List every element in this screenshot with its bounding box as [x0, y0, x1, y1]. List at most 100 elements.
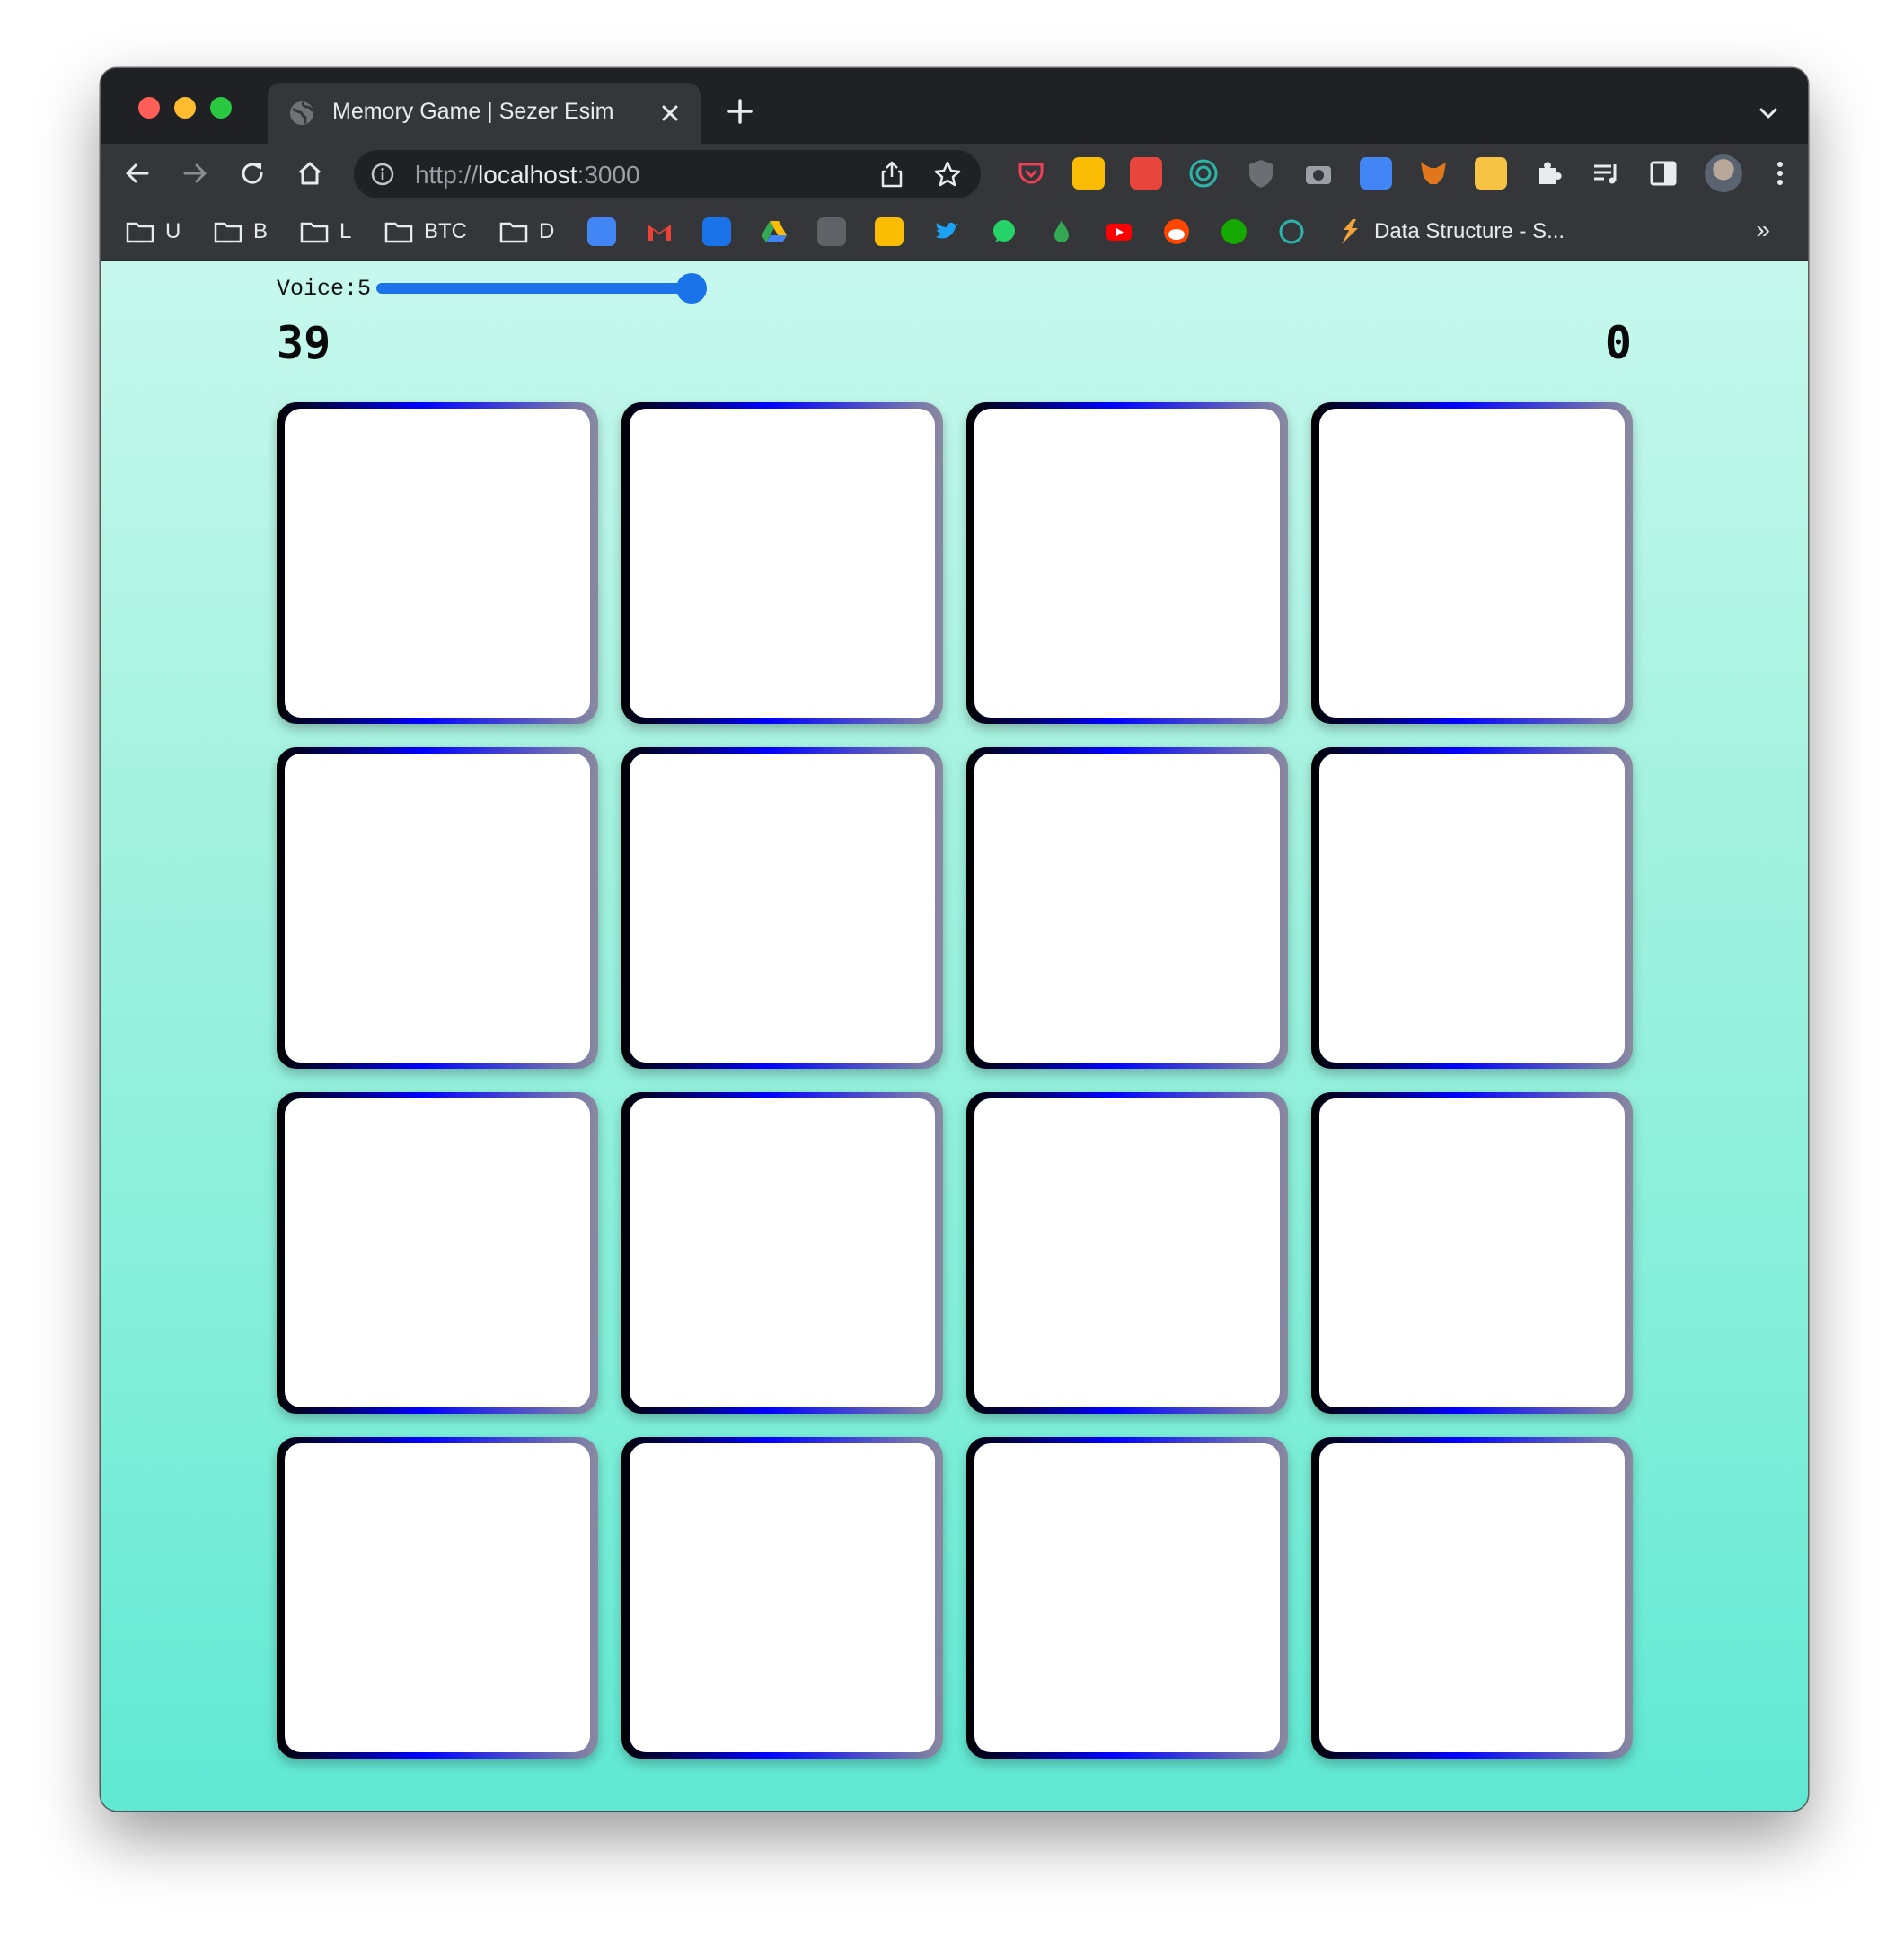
drop-icon[interactable]	[1047, 217, 1076, 246]
memory-card[interactable]	[1311, 1437, 1633, 1759]
new-tab-icon[interactable]	[722, 93, 758, 129]
card-face	[630, 1098, 935, 1407]
url-host: localhost	[478, 161, 577, 189]
folder-icon	[300, 222, 329, 243]
keep-icon[interactable]	[1072, 157, 1105, 190]
profile-avatar[interactable]	[1705, 154, 1742, 192]
reload-icon	[242, 163, 263, 184]
metamask-icon[interactable]	[1417, 157, 1450, 190]
close-window-button[interactable]	[138, 97, 160, 119]
bookmark-folder-d[interactable]: D	[499, 216, 554, 248]
reload-button[interactable]	[234, 154, 271, 192]
memory-card[interactable]	[1311, 1092, 1633, 1414]
card-face	[974, 409, 1280, 718]
chevron-down-icon[interactable]	[1752, 97, 1785, 129]
bookmarks-bar: U B L BTC D Data Structure - S... »	[101, 203, 1808, 261]
ublock-icon[interactable]	[1245, 157, 1277, 190]
reddit-icon[interactable]	[1162, 217, 1191, 246]
memory-card[interactable]	[966, 402, 1288, 724]
bookmark-folder-btc[interactable]: BTC	[384, 216, 467, 248]
twitter-icon[interactable]	[932, 217, 961, 246]
upwork-icon[interactable]	[1220, 217, 1248, 246]
arrow-left-icon	[126, 163, 149, 183]
translate-icon[interactable]	[1360, 157, 1392, 190]
card-face	[630, 409, 935, 718]
memory-card[interactable]	[277, 1092, 598, 1414]
info-icon[interactable]	[370, 162, 395, 187]
memory-card[interactable]	[621, 402, 943, 724]
translate-bookmark-icon[interactable]	[587, 217, 616, 246]
more-bookmarks-button[interactable]: »	[1756, 216, 1770, 244]
memory-card[interactable]	[277, 402, 598, 724]
card-face	[285, 1098, 590, 1407]
home-button[interactable]	[291, 154, 329, 192]
share-icon[interactable]	[877, 159, 907, 190]
pocket-icon[interactable]	[1015, 157, 1047, 190]
flower-icon[interactable]	[1130, 157, 1162, 190]
memory-card[interactable]	[1311, 402, 1633, 724]
chart-icon[interactable]	[817, 217, 846, 246]
folder-icon	[126, 222, 154, 243]
minimize-window-button[interactable]	[174, 97, 196, 119]
globe-icon	[290, 101, 314, 125]
memory-card[interactable]	[621, 747, 943, 1069]
address-bar[interactable]: http://localhost:3000	[354, 150, 981, 198]
card-face	[285, 409, 590, 718]
bookmark-label: Data Structure - S...	[1374, 219, 1565, 243]
notes-icon[interactable]	[1475, 157, 1507, 190]
browser-toolbar: http://localhost:3000	[101, 144, 1808, 203]
youtube-icon[interactable]	[1105, 217, 1133, 246]
bookmark-data-structure[interactable]: Data Structure - S...	[1336, 216, 1565, 248]
memory-card[interactable]	[621, 1092, 943, 1414]
calendar-icon[interactable]	[702, 217, 731, 246]
voice-slider-thumb[interactable]	[676, 273, 708, 304]
whatsapp-icon[interactable]	[990, 217, 1018, 246]
forward-button[interactable]	[176, 154, 214, 192]
card-face	[1319, 754, 1625, 1063]
url-text: http://localhost:3000	[415, 161, 640, 190]
keep-bookmark-icon[interactable]	[875, 217, 904, 246]
site-favicon-icon	[1342, 219, 1358, 244]
bookmark-folder-u[interactable]: U	[126, 216, 181, 248]
bookmark-folder-b[interactable]: B	[214, 216, 268, 248]
memory-card[interactable]	[966, 1092, 1288, 1414]
sidepanel-icon[interactable]	[1647, 157, 1679, 190]
folder-icon	[384, 222, 413, 243]
maximize-window-button[interactable]	[210, 97, 232, 119]
url-scheme: http://	[415, 161, 479, 189]
bookmark-folder-label: B	[253, 219, 269, 243]
camera-icon[interactable]	[1302, 157, 1335, 190]
gmail-icon[interactable]	[645, 217, 674, 246]
puzzle-icon[interactable]	[1532, 157, 1565, 190]
browser-window: Memory Game | Sezer Esim http://localhos…	[101, 68, 1808, 1811]
bookmark-folder-label: BTC	[424, 219, 467, 243]
clock-icon[interactable]	[1277, 217, 1306, 246]
memory-card[interactable]	[621, 1437, 943, 1759]
target-icon[interactable]	[1187, 157, 1220, 190]
bookmark-folder-label: U	[165, 219, 181, 243]
arrow-right-icon	[183, 163, 207, 183]
kebab-icon[interactable]	[1764, 157, 1796, 190]
bookmark-folder-l[interactable]: L	[300, 216, 351, 248]
card-face	[974, 1098, 1280, 1407]
star-icon[interactable]	[932, 159, 963, 190]
memory-card[interactable]	[1311, 747, 1633, 1069]
voice-slider[interactable]	[376, 273, 708, 304]
voice-label: Voice:5	[277, 275, 372, 302]
memory-card[interactable]	[277, 747, 598, 1069]
playlist-icon[interactable]	[1590, 157, 1622, 190]
card-face	[630, 1443, 935, 1752]
memory-card[interactable]	[277, 1437, 598, 1759]
memory-card[interactable]	[966, 1437, 1288, 1759]
bookmark-folder-label: D	[539, 219, 555, 243]
card-face	[630, 754, 935, 1063]
tab-active[interactable]: Memory Game | Sezer Esim	[268, 83, 701, 144]
back-button[interactable]	[119, 154, 156, 192]
card-face	[285, 1443, 590, 1752]
card-face	[1319, 1098, 1625, 1407]
card-grid	[277, 402, 1633, 1759]
close-icon[interactable]	[652, 95, 688, 131]
voice-control: Voice:5	[277, 269, 708, 308]
drive-icon[interactable]	[760, 217, 789, 246]
memory-card[interactable]	[966, 747, 1288, 1069]
